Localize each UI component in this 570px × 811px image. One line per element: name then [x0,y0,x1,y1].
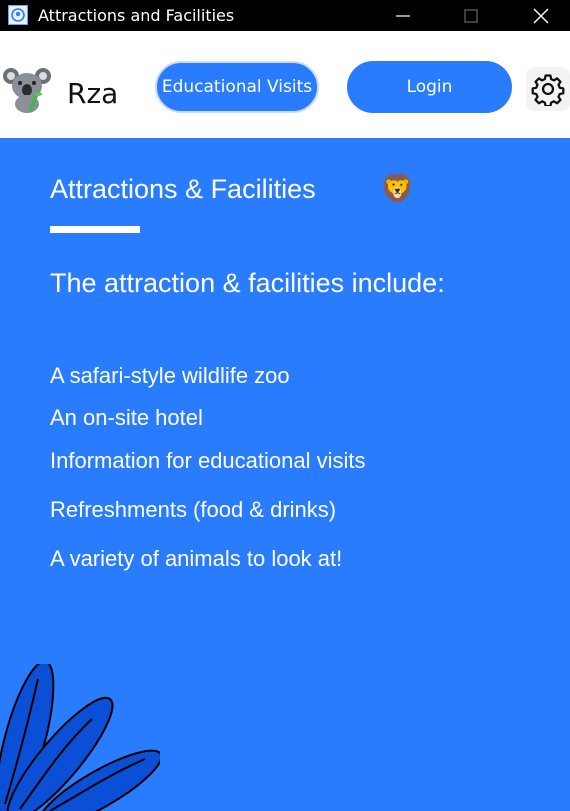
window-title: Attractions and Facilities [38,6,235,25]
app-icon [8,5,28,25]
main-content: Attractions & Facilities 🦁 The attractio… [0,138,570,811]
section-title: Attractions & Facilities [50,174,316,204]
login-button[interactable]: Login [347,61,512,113]
gear-icon [531,74,565,106]
facility-item: An on-site hotel [50,405,203,430]
educational-visits-button[interactable]: Educational Visits [155,61,319,113]
maximize-button[interactable] [448,0,494,31]
close-button[interactable] [518,0,564,31]
site-header: Rza Educational Visits Login [0,31,570,138]
facilities-subtitle: The attraction & facilities include: [50,268,445,298]
facility-item: A variety of animals to look at! [50,546,343,571]
close-icon [533,8,549,23]
brand-name: Rza [67,77,119,110]
facility-item: Information for educational visits [50,448,366,473]
facility-item: Refreshments (food & drinks) [50,497,337,522]
facility-item: A safari-style wildlife zoo [50,363,290,388]
lion-icon: 🦁 [380,173,415,204]
maximize-icon [464,8,478,23]
title-bar: Attractions and Facilities [0,0,570,31]
koala-icon[interactable] [2,64,52,114]
title-underline [50,226,140,233]
minimize-button[interactable] [380,0,426,31]
settings-button[interactable] [526,67,570,111]
minimize-icon [396,14,410,17]
leaf-decoration-icon [0,664,160,811]
